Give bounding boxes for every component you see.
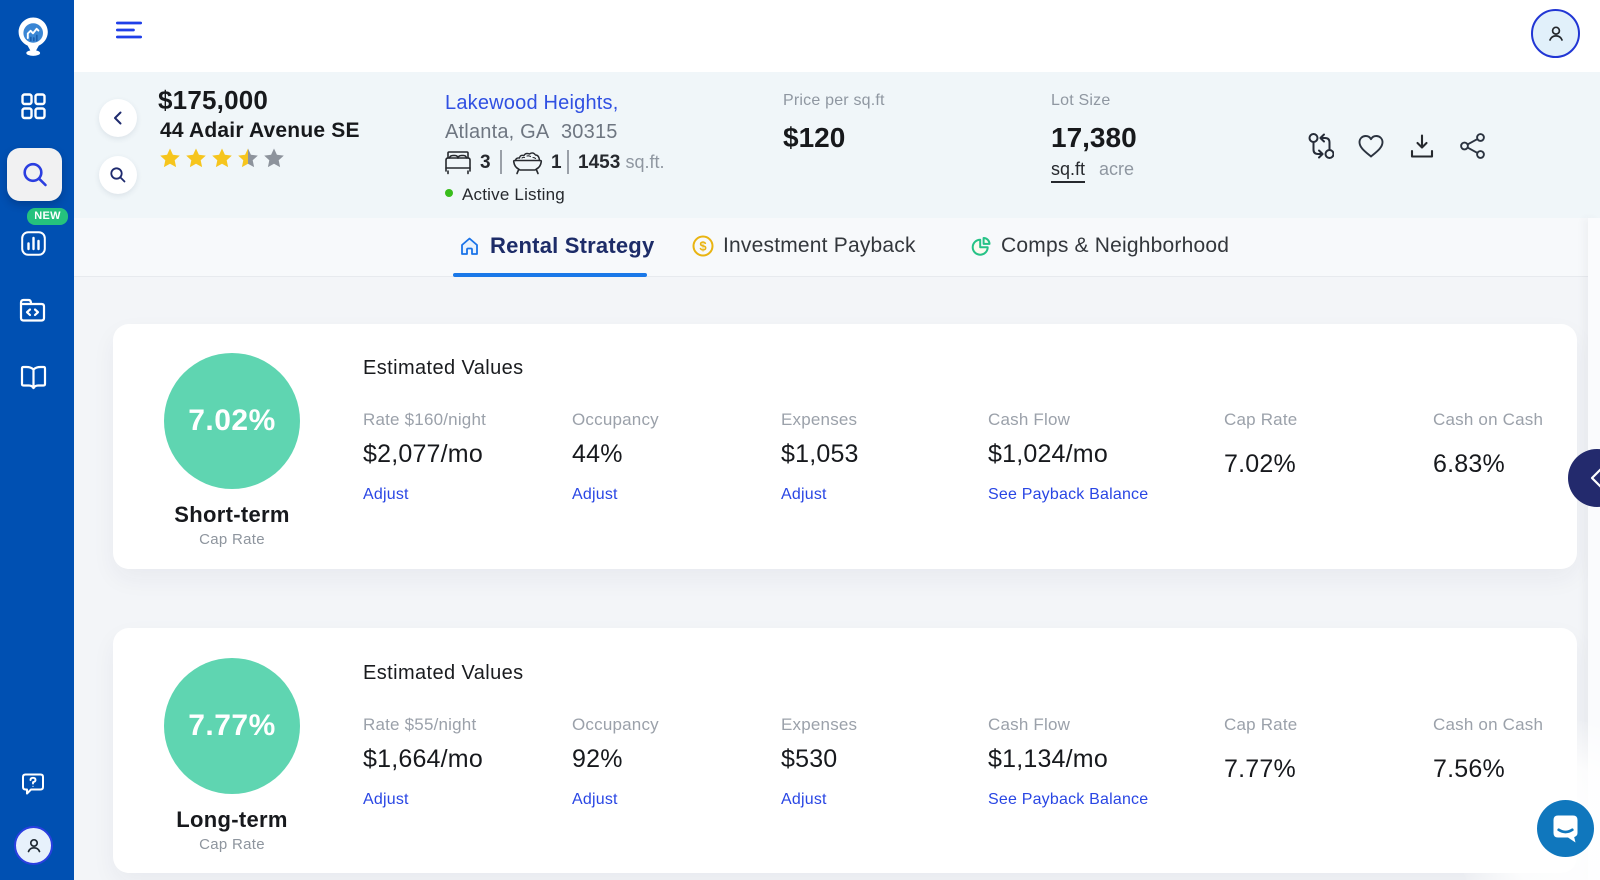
svg-text:$: $ (699, 239, 707, 254)
